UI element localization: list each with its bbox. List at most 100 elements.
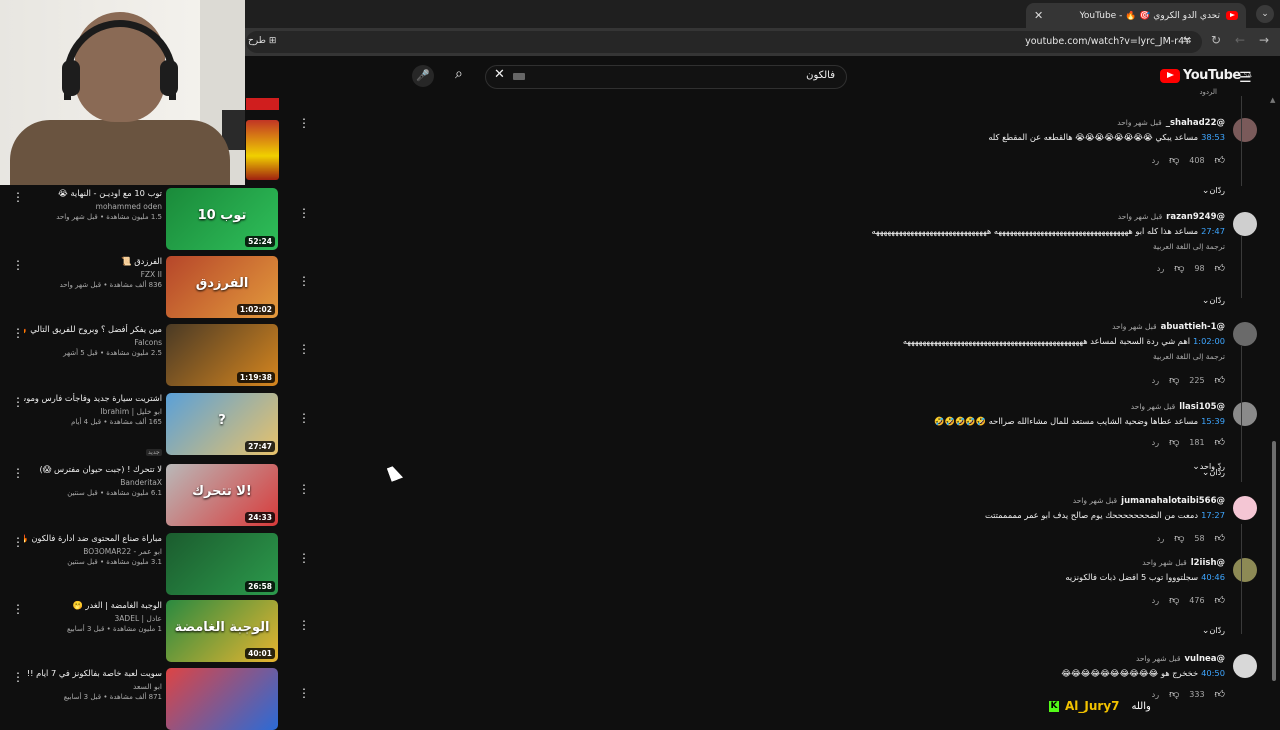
translate-link[interactable]: ترجمة إلى اللغة العربية — [1153, 352, 1225, 361]
like-icon[interactable]: 👍︎ — [1215, 594, 1225, 606]
like-icon[interactable]: 👍︎ — [1215, 154, 1225, 166]
reply-button[interactable]: رد — [1157, 264, 1164, 273]
video-thumbnail[interactable]: 26:58 — [166, 533, 278, 595]
more-options-icon[interactable]: ⋮ — [12, 602, 24, 616]
more-options-icon[interactable]: ⋮ — [12, 258, 24, 272]
related-video-item[interactable]: ⋮ الوجبة الغامضة | الغدر 🫢 عادل | 3ADEL 1 م… — [0, 600, 310, 662]
translate-button[interactable]: طرح ⊞ — [248, 36, 276, 46]
search-input[interactable] — [485, 65, 847, 89]
timestamp-link[interactable]: 40:46 — [1201, 572, 1225, 582]
more-options-icon[interactable]: ⋮ — [12, 466, 24, 480]
timestamp-link[interactable]: 1:02:00 — [1193, 336, 1225, 346]
comment-author[interactable]: @llasi105 — [1179, 402, 1225, 412]
like-icon[interactable]: 👍︎ — [1215, 262, 1225, 274]
reply-button[interactable]: رد — [1152, 596, 1159, 605]
channel-name[interactable]: ابو عمر - BO3OMAR22 — [24, 547, 162, 556]
video-title[interactable]: توب 10 مع اوديـن - النهاية 😭 — [24, 188, 162, 199]
keyboard-icon[interactable] — [513, 73, 525, 80]
timestamp-link[interactable]: 27:47 — [1201, 226, 1225, 236]
timestamp-link[interactable]: 15:39 — [1201, 416, 1225, 426]
like-icon[interactable]: 👍︎ — [1215, 374, 1225, 386]
channel-name[interactable]: ابو السعد — [24, 682, 162, 691]
avatar[interactable] — [1233, 212, 1257, 236]
view-replies-button[interactable]: ردّان⌄ — [1196, 186, 1225, 196]
more-options-icon[interactable]: ⋮ — [298, 482, 310, 496]
comment-author[interactable]: @shahad22_ — [1166, 118, 1225, 128]
view-replies-button[interactable]: ردّان⌄ — [1196, 626, 1225, 636]
scrollbar[interactable]: ▲ — [1270, 96, 1278, 720]
clear-search-icon[interactable]: ✕ — [494, 67, 505, 82]
dislike-icon[interactable]: 👎︎ — [1174, 262, 1184, 274]
more-options-icon[interactable]: ⋮ — [298, 686, 310, 700]
browser-tab[interactable]: تحدي الدو الكروي 🎯 🔥 - YouTube ✕ — [1026, 3, 1246, 28]
comment-time[interactable]: قبل شهر واحد — [1117, 118, 1161, 127]
comment-author[interactable]: @jumanahalotaibi566 — [1121, 496, 1225, 506]
tab-search-icon[interactable]: ⌄ — [1256, 5, 1274, 23]
video-thumbnail[interactable]: توب 10 52:24 — [166, 188, 278, 250]
dislike-icon[interactable]: 👎︎ — [1169, 436, 1179, 448]
channel-name[interactable]: ابو خليل | Ibrahim — [24, 407, 162, 416]
more-options-icon[interactable]: ⋮ — [298, 206, 310, 220]
related-video-item[interactable]: ⋮ توب 10 مع اوديـن - النهاية 😭 mohammed od… — [0, 188, 310, 250]
more-options-icon[interactable]: ⋮ — [298, 551, 310, 565]
youtube-logo[interactable]: YouTube SA — [1160, 68, 1252, 83]
avatar[interactable] — [1233, 118, 1257, 142]
comment-time[interactable]: قبل شهر واحد — [1136, 654, 1180, 663]
video-title[interactable]: لا تتحرك ! (جبت حيوان مفترس 😱) — [24, 464, 162, 475]
related-video-item[interactable]: ⋮ الفرزدق 📜 FZX II 836 ألف مشاهدة • قبل شهر… — [0, 256, 310, 318]
video-title[interactable]: سويت لعبة خاصة بفالكونز في 7 ايام !! — [24, 668, 162, 679]
hamburger-menu-icon[interactable]: ☰ — [1239, 70, 1252, 86]
more-options-icon[interactable]: ⋮ — [12, 535, 24, 549]
avatar[interactable] — [1233, 654, 1257, 678]
channel-name[interactable]: Falcons — [24, 338, 162, 347]
dislike-icon[interactable]: 👎︎ — [1169, 154, 1179, 166]
timestamp-link[interactable]: 40:50 — [1201, 668, 1225, 678]
video-title[interactable]: اشتريت سيارة جديد وفاجأت فارس وموسكو 🔥 — [24, 393, 162, 404]
search-query[interactable]: فالكون — [806, 70, 835, 81]
scrollbar-thumb[interactable] — [1272, 441, 1276, 681]
comment-time[interactable]: قبل شهر واحد — [1112, 322, 1156, 331]
related-video-item[interactable]: ⋮اشتريت سيارة جديد وفاجأت فارس وموسكو 🔥ا… — [0, 393, 310, 455]
scroll-up-icon[interactable]: ▲ — [1270, 96, 1275, 104]
more-options-icon[interactable]: ⋮ — [12, 190, 24, 204]
dislike-icon[interactable]: 👎︎ — [1169, 688, 1179, 700]
reply-button[interactable]: رد — [1152, 438, 1159, 447]
channel-name[interactable]: عادل | 3ADEL — [24, 614, 162, 623]
avatar[interactable] — [1233, 402, 1257, 426]
reply-button[interactable]: رد — [1152, 156, 1159, 165]
comment-author[interactable]: @l2iish — [1191, 558, 1225, 568]
video-thumbnail[interactable]: الوجبة الغامضة 40:01 — [166, 600, 278, 662]
related-video-item[interactable]: ⋮ لا تتحرك ! (جبت حيوان مفترس 😱) Banderita… — [0, 464, 310, 526]
view-replies-button[interactable]: ردّان⌄ — [1196, 296, 1225, 306]
more-options-icon[interactable]: ⋮ — [298, 411, 310, 425]
comment-time[interactable]: قبل شهر واحد — [1142, 558, 1186, 567]
related-video-item[interactable]: ⋮ مباراة صناع المحتوى ضد ادارة فالكون 🔥 اب… — [0, 533, 310, 595]
view-replies-button[interactable]: ردّ واحد⌄ — [1186, 462, 1225, 472]
timestamp-link[interactable]: 38:53 — [1201, 132, 1225, 142]
dislike-icon[interactable]: 👎︎ — [1169, 374, 1179, 386]
more-options-icon[interactable]: ⋮ — [12, 326, 24, 340]
video-title[interactable]: مباراة صناع المحتوى ضد ادارة فالكون 🔥 — [24, 533, 162, 544]
comment-time[interactable]: قبل شهر واحد — [1118, 212, 1162, 221]
comment-time[interactable]: قبل شهر واحد — [1073, 496, 1117, 505]
avatar[interactable] — [1233, 322, 1257, 346]
video-title[interactable]: مين يفكر أفضل ؟ وبروح للفريق التالي 🔥 — [24, 324, 162, 335]
close-tab-icon[interactable]: ✕ — [1034, 9, 1043, 22]
video-title[interactable]: الفرزدق 📜 — [24, 256, 162, 267]
channel-name[interactable]: mohammed oden — [24, 202, 162, 211]
dislike-icon[interactable]: 👎︎ — [1174, 532, 1184, 544]
more-options-icon[interactable]: ⋮ — [12, 670, 24, 684]
translate-link[interactable]: ترجمة إلى اللغة العربية — [1153, 242, 1225, 251]
video-thumbnail[interactable]: ? 27:47 — [166, 393, 278, 455]
like-icon[interactable]: 👍︎ — [1215, 532, 1225, 544]
comment-author[interactable]: @vulnea — [1184, 654, 1225, 664]
search-icon[interactable]: ⌕ — [455, 66, 463, 82]
dislike-icon[interactable]: 👎︎ — [1169, 594, 1179, 606]
avatar[interactable] — [1233, 496, 1257, 520]
timestamp-link[interactable]: 17:27 — [1201, 510, 1225, 520]
more-options-icon[interactable]: ⋮ — [298, 342, 310, 356]
like-icon[interactable]: 👍︎ — [1215, 688, 1225, 700]
channel-name[interactable]: BanderitaX — [24, 478, 162, 487]
reply-button[interactable]: رد — [1152, 376, 1159, 385]
more-options-icon[interactable]: ⋮ — [12, 395, 24, 409]
